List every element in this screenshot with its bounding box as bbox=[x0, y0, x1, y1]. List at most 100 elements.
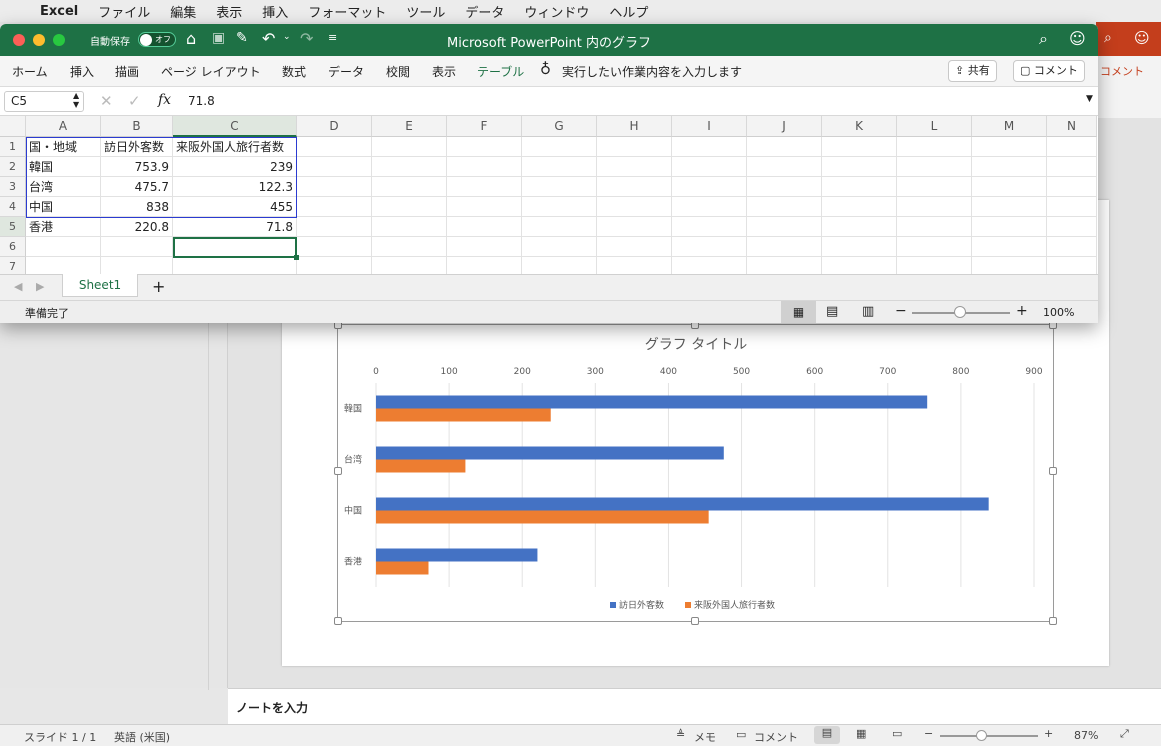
cell-M4[interactable] bbox=[972, 197, 1047, 217]
ppt-search-icon[interactable]: ⌕ bbox=[1104, 30, 1112, 46]
column-header-K[interactable]: K bbox=[822, 116, 897, 137]
chart-legend[interactable]: 訪日外客数 来阪外国人旅行者数 bbox=[610, 599, 775, 611]
cell-C7[interactable] bbox=[173, 257, 297, 274]
feedback-icon[interactable]: ☺ bbox=[1069, 29, 1086, 48]
cell-E2[interactable] bbox=[372, 157, 447, 177]
cell-A1[interactable]: 国・地域 bbox=[26, 137, 101, 157]
menu-window[interactable]: ウィンドウ bbox=[524, 2, 589, 21]
cell-L6[interactable] bbox=[897, 237, 972, 257]
cell-I7[interactable] bbox=[672, 257, 747, 274]
cell-E3[interactable] bbox=[372, 177, 447, 197]
cell-F5[interactable] bbox=[447, 217, 522, 237]
cell-N4[interactable] bbox=[1047, 197, 1097, 217]
cell-D1[interactable] bbox=[297, 137, 372, 157]
cell-H6[interactable] bbox=[597, 237, 672, 257]
row-header-6[interactable]: 6 bbox=[0, 237, 26, 257]
slide-sorter-icon[interactable]: ▦ bbox=[856, 727, 866, 740]
slideshow-icon[interactable]: ▭ bbox=[892, 727, 902, 740]
expand-formula-icon[interactable]: ▼ bbox=[1086, 94, 1093, 104]
cell-D4[interactable] bbox=[297, 197, 372, 217]
row-header-7[interactable]: 7 bbox=[0, 257, 26, 274]
cell-M7[interactable] bbox=[972, 257, 1047, 274]
cell-G4[interactable] bbox=[522, 197, 597, 217]
function-icon[interactable]: fx bbox=[158, 92, 171, 108]
cell-C4[interactable]: 455 bbox=[173, 197, 297, 217]
cell-C2[interactable]: 239 bbox=[173, 157, 297, 177]
cell-B7[interactable] bbox=[101, 257, 173, 274]
cell-A6[interactable] bbox=[26, 237, 101, 257]
column-header-I[interactable]: I bbox=[672, 116, 747, 137]
cell-K7[interactable] bbox=[822, 257, 897, 274]
cell-D3[interactable] bbox=[297, 177, 372, 197]
cell-J6[interactable] bbox=[747, 237, 822, 257]
bar-visitors-3[interactable] bbox=[376, 548, 538, 562]
cell-J4[interactable] bbox=[747, 197, 822, 217]
cell-M5[interactable] bbox=[972, 217, 1047, 237]
cell-G7[interactable] bbox=[522, 257, 597, 274]
cell-M6[interactable] bbox=[972, 237, 1047, 257]
cell-H1[interactable] bbox=[597, 137, 672, 157]
cell-K5[interactable] bbox=[822, 217, 897, 237]
prev-sheet-icon[interactable]: ◀ bbox=[14, 280, 22, 293]
normal-view-icon[interactable]: ▤ bbox=[814, 726, 840, 744]
menu-tools[interactable]: ツール bbox=[406, 2, 445, 21]
menu-data[interactable]: データ bbox=[465, 2, 504, 21]
cell-H2[interactable] bbox=[597, 157, 672, 177]
cell-B3[interactable]: 475.7 bbox=[101, 177, 173, 197]
row-header-4[interactable]: 4 bbox=[0, 197, 26, 217]
column-header-M[interactable]: M bbox=[972, 116, 1047, 137]
tab-data[interactable]: データ bbox=[328, 63, 364, 80]
resize-handle-r[interactable] bbox=[1049, 467, 1057, 475]
spreadsheet-grid[interactable]: ABCDEFGHIJKLMN 1234567 国・地域 訪日外客数 来阪外国人旅行者… bbox=[0, 116, 1098, 274]
bar-osaka-2[interactable] bbox=[376, 510, 709, 524]
notes-toggle-icon[interactable]: ≜ bbox=[676, 728, 685, 741]
bar-visitors-2[interactable] bbox=[376, 497, 989, 511]
cancel-icon[interactable]: ✕ bbox=[100, 92, 113, 110]
cell-I2[interactable] bbox=[672, 157, 747, 177]
cell-N2[interactable] bbox=[1047, 157, 1097, 177]
select-all-corner[interactable] bbox=[0, 116, 26, 137]
cell-F7[interactable] bbox=[447, 257, 522, 274]
tab-formulas[interactable]: 数式 bbox=[282, 63, 306, 80]
row-header-2[interactable]: 2 bbox=[0, 157, 26, 177]
cell-M2[interactable] bbox=[972, 157, 1047, 177]
cell-F2[interactable] bbox=[447, 157, 522, 177]
cell-I3[interactable] bbox=[672, 177, 747, 197]
column-header-J[interactable]: J bbox=[747, 116, 822, 137]
fit-slide-icon[interactable]: ⤢ bbox=[1120, 727, 1129, 741]
zoom-out-icon[interactable]: − bbox=[924, 727, 933, 740]
cell-H5[interactable] bbox=[597, 217, 672, 237]
cell-I5[interactable] bbox=[672, 217, 747, 237]
cell-A5[interactable]: 香港 bbox=[26, 217, 101, 237]
cell-B1[interactable]: 訪日外客数 bbox=[101, 137, 173, 157]
column-header-B[interactable]: B bbox=[101, 116, 173, 137]
cell-J2[interactable] bbox=[747, 157, 822, 177]
name-box[interactable]: C5 bbox=[4, 91, 84, 112]
cell-I1[interactable] bbox=[672, 137, 747, 157]
cell-I6[interactable] bbox=[672, 237, 747, 257]
menu-app-name[interactable]: Excel bbox=[40, 4, 78, 19]
cell-L1[interactable] bbox=[897, 137, 972, 157]
menu-help[interactable]: ヘルプ bbox=[609, 2, 648, 21]
bar-visitors-0[interactable] bbox=[376, 395, 928, 409]
menu-format[interactable]: フォーマット bbox=[308, 2, 386, 21]
tab-insert[interactable]: 挿入 bbox=[70, 63, 94, 80]
cell-K4[interactable] bbox=[822, 197, 897, 217]
tell-me-input[interactable]: 実行したい作業内容を入力します bbox=[562, 63, 742, 80]
cell-D6[interactable] bbox=[297, 237, 372, 257]
cell-A7[interactable] bbox=[26, 257, 101, 274]
cell-J1[interactable] bbox=[747, 137, 822, 157]
cell-D5[interactable] bbox=[297, 217, 372, 237]
fill-handle[interactable] bbox=[294, 255, 299, 260]
chart-bars[interactable] bbox=[376, 395, 989, 575]
bar-osaka-0[interactable] bbox=[376, 408, 551, 422]
resize-handle-l[interactable] bbox=[334, 467, 342, 475]
ppt-feedback-icon[interactable]: ☺ bbox=[1134, 29, 1150, 47]
chart-frame[interactable]: グラフ タイトル 0 100 200 300 400 500 600 700 800 900 韓国… bbox=[334, 321, 1057, 625]
menu-edit[interactable]: 編集 bbox=[170, 2, 196, 21]
cell-L7[interactable] bbox=[897, 257, 972, 274]
notes-pane[interactable]: ノートを入力 bbox=[228, 688, 1161, 724]
cell-B2[interactable]: 753.9 bbox=[101, 157, 173, 177]
cell-B5[interactable]: 220.8 bbox=[101, 217, 173, 237]
next-sheet-icon[interactable]: ▶ bbox=[36, 280, 44, 293]
